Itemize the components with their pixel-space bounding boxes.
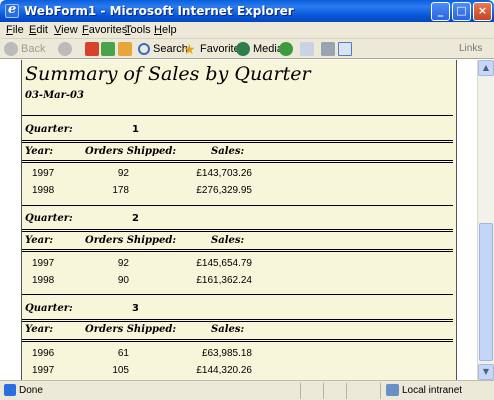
back-label: Back: [21, 43, 46, 55]
divider: [22, 229, 453, 232]
report-title: Summary of Sales by Quarter: [25, 63, 311, 85]
quarter-label: Quarter:: [25, 213, 73, 224]
media-button[interactable]: Media: [236, 41, 283, 57]
search-icon: [138, 43, 150, 55]
stop-icon: [85, 42, 99, 56]
forward-button[interactable]: [58, 41, 72, 57]
home-button[interactable]: [118, 41, 132, 57]
home-icon: [118, 42, 132, 56]
divider: [22, 160, 453, 163]
quarter-label: Quarter:: [25, 303, 73, 314]
refresh-button[interactable]: [101, 41, 115, 57]
year-cell: 1997: [32, 168, 55, 179]
ie-icon: [5, 2, 19, 18]
title-bar: WebForm1 - Microsoft Internet Explorer _…: [0, 0, 494, 22]
year-header: Year:: [25, 146, 54, 157]
year-header: Year:: [25, 324, 54, 335]
scroll-up-button[interactable]: ▲: [478, 60, 494, 76]
history-icon: [279, 42, 293, 56]
divider: [22, 294, 453, 295]
sales-header: Sales:: [211, 146, 245, 157]
menu-tools[interactable]: Tools: [125, 24, 151, 36]
year-cell: 1997: [32, 258, 55, 269]
orders-header: Orders Shipped:: [85, 146, 177, 157]
forward-arrow-icon: [58, 42, 72, 56]
menu-bar: File Edit View Favorites Tools Help: [0, 22, 494, 39]
divider: [22, 249, 453, 252]
back-button[interactable]: Back: [4, 41, 45, 57]
sales-cell: £63,985.18: [201, 348, 252, 359]
status-divider: [300, 383, 301, 399]
year-cell: 1997: [32, 365, 55, 376]
intranet-zone-icon: [386, 384, 399, 396]
printer-icon: [321, 42, 335, 56]
links-toolbar[interactable]: Links: [459, 43, 482, 54]
back-arrow-icon: [4, 42, 18, 56]
page-done-icon: [4, 384, 16, 396]
orders-header: Orders Shipped:: [85, 235, 177, 246]
status-text: Done: [19, 385, 43, 396]
orders-cell: 92: [117, 258, 129, 269]
print-button[interactable]: [321, 41, 335, 57]
maximize-button[interactable]: □: [452, 2, 471, 21]
quarter-label: Quarter:: [25, 124, 73, 135]
toolbar: Back Search ★ Favorites Media Links: [0, 39, 494, 59]
divider: [22, 319, 453, 322]
year-cell: 1998: [32, 275, 55, 286]
sales-cell: £143,703.26: [196, 168, 252, 179]
star-icon: ★: [183, 41, 196, 57]
quarter-value: 1: [132, 124, 139, 135]
orders-cell: 105: [112, 365, 129, 376]
menu-edit[interactable]: Edit: [29, 24, 48, 36]
stop-button[interactable]: [85, 41, 99, 57]
scroll-down-button[interactable]: ▼: [478, 364, 494, 380]
sales-cell: £144,320.26: [196, 365, 252, 376]
mail-button[interactable]: [300, 41, 314, 57]
orders-cell: 90: [117, 275, 129, 286]
year-header: Year:: [25, 235, 54, 246]
divider: [22, 115, 453, 116]
sales-header: Sales:: [211, 235, 245, 246]
mail-icon: [300, 42, 314, 56]
minimize-button[interactable]: _: [431, 2, 450, 21]
divider: [22, 140, 453, 143]
history-button[interactable]: [279, 41, 293, 57]
window-title: WebForm1 - Microsoft Internet Explorer: [24, 4, 294, 18]
report-date: 03-Mar-03: [25, 90, 84, 101]
year-cell: 1996: [32, 348, 55, 359]
quarter-value: 3: [132, 303, 139, 314]
divider: [22, 339, 453, 342]
search-button[interactable]: Search: [138, 41, 188, 57]
refresh-icon: [101, 42, 115, 56]
media-icon: [236, 42, 250, 56]
page-viewport: Summary of Sales by Quarter 03-Mar-03 Qu…: [4, 60, 477, 380]
status-bar: Done Local intranet: [0, 380, 494, 400]
vertical-scrollbar[interactable]: ▲ ▼: [477, 60, 494, 380]
scroll-thumb[interactable]: [479, 223, 493, 361]
status-divider: [323, 383, 324, 399]
menu-help[interactable]: Help: [154, 24, 177, 36]
edit-page-icon: [338, 42, 352, 56]
status-divider: [380, 383, 381, 399]
orders-cell: 178: [112, 185, 129, 196]
orders-cell: 92: [117, 168, 129, 179]
sales-cell: £161,362.24: [196, 275, 252, 286]
security-zone-label: Local intranet: [402, 385, 463, 396]
orders-header: Orders Shipped:: [85, 324, 177, 335]
year-cell: 1998: [32, 185, 55, 196]
sales-cell: £276,329.95: [196, 185, 252, 196]
edit-button[interactable]: [338, 41, 352, 57]
divider: [22, 205, 453, 206]
menu-file[interactable]: File: [6, 24, 24, 36]
menu-favorites[interactable]: Favorites: [82, 24, 127, 36]
sales-cell: £145,654.79: [196, 258, 252, 269]
sales-header: Sales:: [211, 324, 245, 335]
quarter-value: 2: [132, 213, 139, 224]
orders-cell: 61: [117, 348, 129, 359]
report-page: Summary of Sales by Quarter 03-Mar-03 Qu…: [21, 60, 457, 380]
status-divider: [346, 383, 347, 399]
close-button[interactable]: ×: [473, 2, 492, 21]
menu-view[interactable]: View: [54, 24, 78, 36]
